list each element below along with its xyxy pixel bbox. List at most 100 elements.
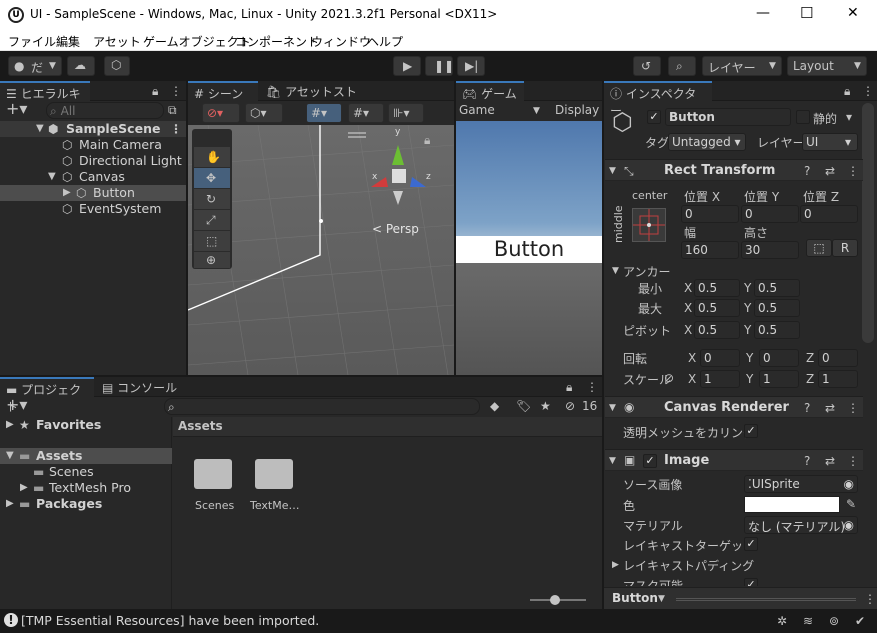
rect-tool-button[interactable]: ⬚ xyxy=(194,231,230,251)
more-icon[interactable]: ⋮ xyxy=(847,164,859,178)
hierarchy-search-input[interactable]: ⌕ All xyxy=(46,102,164,119)
cache-icon[interactable]: ≋ xyxy=(803,614,813,628)
move-tool-button[interactable]: ✥ xyxy=(194,168,230,188)
asset-folder-scenes[interactable]: Scenes xyxy=(190,457,238,515)
source-image-field[interactable]: ⁚UISprite ◉ xyxy=(744,475,858,493)
minimize-button[interactable]: — xyxy=(756,5,770,21)
anchor-min-y-input[interactable]: 0.5 xyxy=(754,279,800,297)
anchor-min-x-input[interactable]: 0.5 xyxy=(694,279,740,297)
asset-folder-textmesh-pro[interactable]: TextMe… xyxy=(250,457,306,515)
object-name-input[interactable]: Button xyxy=(665,108,791,126)
status-message[interactable]: [TMP Essential Resources] have been impo… xyxy=(21,613,319,628)
help-icon[interactable]: ? xyxy=(804,401,810,415)
history-button[interactable]: ↺ xyxy=(633,56,661,76)
image-enabled-checkbox[interactable]: ✓ xyxy=(643,454,657,468)
breadcrumb-assets[interactable]: Assets xyxy=(178,419,223,433)
more-icon[interactable]: ⋮ xyxy=(170,122,182,136)
increment-dropdown[interactable]: ⊪▾ xyxy=(388,103,424,123)
close-button[interactable]: ✕ xyxy=(847,5,859,21)
scale-tool-button[interactable]: ⤢ xyxy=(194,210,230,230)
menu-window[interactable]: ウィンドウ xyxy=(311,33,371,50)
collapse-icon[interactable]: ▶ xyxy=(6,418,14,432)
maximize-button[interactable]: ☐ xyxy=(800,4,813,22)
menu-help[interactable]: ヘルプ xyxy=(367,33,403,50)
expand-icon[interactable]: ▼ xyxy=(36,122,44,136)
step-button[interactable]: ▶| xyxy=(457,56,485,76)
tree-item-packages[interactable]: ▶ ▬ Packages xyxy=(0,496,172,512)
play-button[interactable]: ▶ xyxy=(393,56,421,76)
pause-button[interactable]: ❚❚ xyxy=(425,56,454,76)
object-picker-icon[interactable]: ◉ xyxy=(844,518,854,532)
chevron-down-icon[interactable]: ▾ xyxy=(846,110,852,124)
game-viewport[interactable]: Button xyxy=(456,121,602,375)
collab-button[interactable]: ⬡ xyxy=(104,56,130,76)
collapse-icon[interactable]: ▶ xyxy=(6,497,14,511)
collapse-icon[interactable]: ▶ xyxy=(20,481,28,495)
scene-view-dropdown[interactable]: ⬡▾ xyxy=(245,103,283,123)
account-button[interactable]: ● だ ▼ xyxy=(8,56,62,76)
tab-console[interactable]: ▤ コンソール xyxy=(96,377,186,397)
cloud-button[interactable]: ☁ xyxy=(67,56,95,76)
label-icon[interactable]: 🏷︎ xyxy=(516,399,531,413)
layout-dropdown[interactable]: Layout ▼ xyxy=(787,56,867,76)
tab-hierarchy[interactable]: ☰ ヒエラルキー xyxy=(0,81,90,118)
pos-z-input[interactable]: 0 xyxy=(800,205,858,223)
expand-icon[interactable]: ▼ xyxy=(6,449,14,463)
menu-assets[interactable]: アセット xyxy=(93,33,141,50)
tree-item-scenes[interactable]: ▬ Scenes xyxy=(0,464,172,480)
debug-icon[interactable]: ✲ xyxy=(777,614,787,628)
layers-dropdown[interactable]: レイヤー ▼ xyxy=(702,56,782,76)
chevron-down-icon[interactable]: ▼ xyxy=(658,592,665,606)
tab-inspector[interactable]: ⓘ インスペクター xyxy=(604,81,712,118)
rotation-x-input[interactable]: 0 xyxy=(700,349,740,367)
tab-game[interactable]: 🎮︎ ゲーム xyxy=(456,81,524,101)
persp-label[interactable]: < Persp xyxy=(372,222,419,236)
display-dropdown[interactable]: Display xyxy=(555,103,599,117)
tree-item-favorites[interactable]: ▶ ★ Favorites xyxy=(0,417,172,433)
lock-icon[interactable]: 🔒︎ xyxy=(152,84,158,98)
anchor-preset-button[interactable] xyxy=(632,208,666,242)
presets-icon[interactable]: ⇄ xyxy=(825,401,835,415)
rotation-y-input[interactable]: 0 xyxy=(759,349,799,367)
draw-mode-dropdown[interactable]: ⊘▾ xyxy=(202,103,240,123)
hand-tool-button[interactable]: ✋ xyxy=(194,147,230,167)
scene-gizmo[interactable] xyxy=(371,145,426,205)
tag-dropdown[interactable]: Untagged ▾ xyxy=(668,133,746,151)
more-icon[interactable]: ⋮ xyxy=(864,592,876,606)
maskable-checkbox[interactable]: ✓ xyxy=(744,578,758,586)
zoom-slider-handle[interactable] xyxy=(550,595,560,605)
zoom-slider[interactable] xyxy=(530,595,586,605)
expand-icon[interactable]: ▼ xyxy=(612,264,619,278)
pos-x-input[interactable]: 0 xyxy=(681,205,739,223)
cull-transparent-checkbox[interactable]: ✓ xyxy=(744,424,758,438)
tree-item-eventsystem[interactable]: ⬡ EventSystem xyxy=(0,201,186,217)
search-button[interactable]: ⌕ xyxy=(668,56,696,76)
scale-x-input[interactable]: 1 xyxy=(700,370,740,388)
transform-tool-button[interactable]: ⊕ xyxy=(194,252,230,268)
link-icon[interactable]: ⊘ xyxy=(664,371,674,385)
hidden-icon[interactable]: ⊘ xyxy=(565,399,575,413)
more-icon[interactable]: ⋮ xyxy=(170,84,182,98)
canvas-renderer-header[interactable]: ▼ ◉ Canvas Renderer ? ⇄ ⋮ xyxy=(605,396,863,418)
more-icon[interactable]: ⋮ xyxy=(862,84,874,98)
anchor-max-x-input[interactable]: 0.5 xyxy=(694,299,740,317)
menu-component[interactable]: コンポーネント xyxy=(235,33,319,50)
preview-drag-handle[interactable] xyxy=(676,598,856,601)
menu-edit[interactable]: 編集 xyxy=(56,33,80,50)
color-swatch[interactable] xyxy=(744,496,840,513)
help-icon[interactable]: ? xyxy=(804,454,810,468)
rotate-tool-button[interactable]: ↻ xyxy=(194,189,230,209)
preview-label[interactable]: Button xyxy=(612,591,658,605)
rotation-z-input[interactable]: 0 xyxy=(818,349,858,367)
rect-transform-header[interactable]: ▼ ⤡ Rect Transform ? ⇄ ⋮ xyxy=(605,159,863,181)
tab-project[interactable]: ▬ プロジェクト xyxy=(0,377,94,414)
tree-item-canvas[interactable]: ▼ ⬡ Canvas xyxy=(0,169,186,185)
more-icon[interactable]: ⋮ xyxy=(847,401,859,415)
project-search-input[interactable]: ⌕ xyxy=(164,398,480,415)
eyedropper-icon[interactable]: ✎ xyxy=(846,497,856,511)
game-ui-button[interactable]: Button xyxy=(456,236,602,263)
progress-icon[interactable]: ⊚ xyxy=(829,614,839,628)
lock-icon[interactable]: 🔒︎ xyxy=(424,133,430,147)
anchor-max-y-input[interactable]: 0.5 xyxy=(754,299,800,317)
grid-snap-button[interactable]: #▾ xyxy=(306,103,342,123)
